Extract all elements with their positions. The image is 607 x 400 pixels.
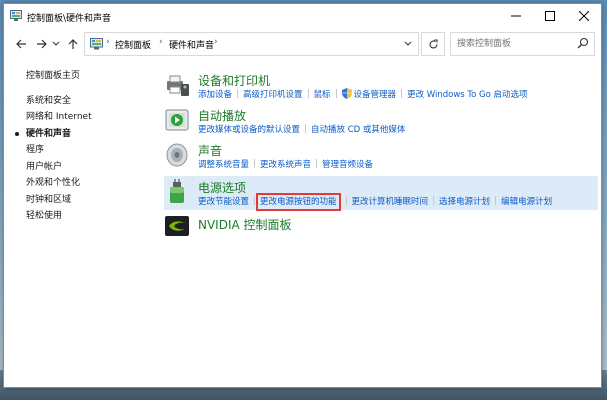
close-icon: [579, 11, 589, 21]
category-sound: 声音 调整系统音量 更改系统声音 管理音频设备: [164, 142, 598, 172]
link-divider: [316, 159, 318, 168]
navigation-bar: › 控制面板 › 硬件和声音 ›: [4, 32, 601, 56]
printer-icon: [167, 75, 189, 96]
link-divider: [401, 89, 403, 98]
link-change-media-defaults[interactable]: 更改媒体或设备的默认设置: [198, 125, 300, 135]
link-divider: [335, 89, 337, 98]
link-divider: [305, 124, 307, 133]
category-devices-printers: 设备和打印机 添加设备 高级打印机设置 鼠标 设备管理器 更改 Windows To G…: [164, 72, 598, 102]
autoplay-icon: [165, 109, 189, 131]
link-manage-audio-devices[interactable]: 管理音频设备: [322, 160, 373, 170]
refresh-icon: [428, 38, 438, 48]
address-dropdown-button[interactable]: [398, 33, 418, 55]
search-box[interactable]: [450, 32, 595, 56]
control-panel-window: 控制面板\硬件和声音 › 控制面板 › 硬件和声音 › 搜索控制面板 控制面板主…: [3, 3, 602, 388]
breadcrumb-hardware-sound[interactable]: 硬件和声音: [169, 38, 214, 51]
link-autoplay-cd[interactable]: 自动播放 CD 或其他媒体: [311, 125, 405, 135]
sidebar-item-clock-region[interactable]: 时钟和区域: [26, 192, 146, 209]
category-title[interactable]: NVIDIA 控制面板: [198, 216, 292, 233]
speaker-icon: [166, 143, 188, 167]
control-panel-icon: [10, 10, 22, 21]
link-adjust-volume[interactable]: 调整系统音量: [198, 160, 249, 170]
link-divider: [433, 196, 435, 205]
search-input[interactable]: [457, 36, 567, 51]
address-bar[interactable]: › 控制面板 › 硬件和声音 ›: [84, 32, 419, 56]
category-nvidia: NVIDIA 控制面板: [164, 213, 598, 241]
link-divider: [237, 89, 239, 98]
recent-locations-button[interactable]: [50, 34, 62, 54]
sidebar-item-network[interactable]: 网络和 Internet: [26, 109, 146, 126]
link-divider: [307, 89, 309, 98]
breadcrumb-separator: ›: [214, 37, 218, 47]
category-title[interactable]: 电源选项: [198, 179, 246, 196]
chevron-down-icon: [404, 41, 412, 46]
sidebar-item-appearance[interactable]: 外观和个性化: [26, 175, 146, 192]
power-icon: [170, 179, 184, 203]
window-title: 控制面板\硬件和声音: [27, 14, 112, 24]
link-edit-power-plan[interactable]: 编辑电源计划: [501, 197, 552, 207]
link-divider: [495, 196, 497, 205]
sidebar-item-ease-of-access[interactable]: 轻松使用: [26, 208, 146, 225]
category-title[interactable]: 自动播放: [198, 107, 246, 124]
chevron-down-icon: [52, 41, 60, 46]
title-bar: 控制面板\硬件和声音: [4, 4, 601, 28]
close-button[interactable]: [567, 4, 601, 28]
sidebar-item-hardware-sound[interactable]: 硬件和声音: [15, 126, 146, 143]
maximize-button[interactable]: [533, 4, 567, 28]
category-title[interactable]: 设备和打印机: [198, 72, 270, 89]
minimize-icon: [511, 15, 521, 17]
link-mouse[interactable]: 鼠标: [314, 90, 331, 100]
link-change-power-saving[interactable]: 更改节能设置: [198, 197, 249, 207]
arrow-left-icon: [15, 39, 26, 49]
breadcrumb-control-panel[interactable]: 控制面板: [115, 38, 151, 51]
link-add-device[interactable]: 添加设备: [198, 90, 232, 100]
link-change-system-sounds[interactable]: 更改系统声音: [260, 160, 311, 170]
search-icon[interactable]: [577, 37, 589, 49]
maximize-icon: [545, 11, 555, 21]
breadcrumb-separator: ›: [159, 37, 163, 47]
link-windows-to-go[interactable]: 更改 Windows To Go 启动选项: [407, 90, 528, 100]
arrow-right-icon: [36, 39, 47, 49]
sidebar-item-system-security[interactable]: 系统和安全: [26, 93, 146, 110]
sidebar-item-home[interactable]: 控制面板主页: [26, 68, 146, 85]
up-button[interactable]: [64, 34, 82, 54]
forward-button[interactable]: [32, 34, 50, 54]
sidebar: 控制面板主页 系统和安全 网络和 Internet 硬件和声音 程序 用户帐户 …: [15, 68, 146, 225]
back-button[interactable]: [12, 34, 30, 54]
link-divider: [254, 159, 256, 168]
category-power-options: 电源选项 更改节能设置 更改电源按钮的功能 更改计算机睡眠时间 选择电源计划 编辑电源计…: [164, 176, 598, 211]
sidebar-item-user-accounts[interactable]: 用户帐户: [26, 159, 146, 176]
link-change-sleep-time[interactable]: 更改计算机睡眠时间: [352, 197, 429, 207]
breadcrumb-separator: ›: [106, 37, 110, 47]
shield-icon: [341, 88, 352, 99]
link-device-manager[interactable]: 设备管理器: [354, 90, 397, 100]
minimize-button[interactable]: [499, 4, 533, 28]
link-change-power-button-function[interactable]: 更改电源按钮的功能: [256, 193, 341, 211]
link-advanced-printer-setup[interactable]: 高级打印机设置: [243, 90, 303, 100]
control-panel-icon: [90, 38, 103, 50]
category-autoplay: 自动播放 更改媒体或设备的默认设置 自动播放 CD 或其他媒体: [164, 107, 598, 137]
arrow-up-icon: [68, 38, 78, 49]
link-choose-power-plan[interactable]: 选择电源计划: [439, 197, 490, 207]
refresh-button[interactable]: [421, 32, 445, 56]
category-title[interactable]: 声音: [198, 142, 222, 159]
link-divider: [254, 196, 256, 205]
nvidia-icon: [165, 216, 189, 236]
link-divider: [345, 196, 347, 205]
sidebar-item-programs[interactable]: 程序: [26, 142, 146, 159]
